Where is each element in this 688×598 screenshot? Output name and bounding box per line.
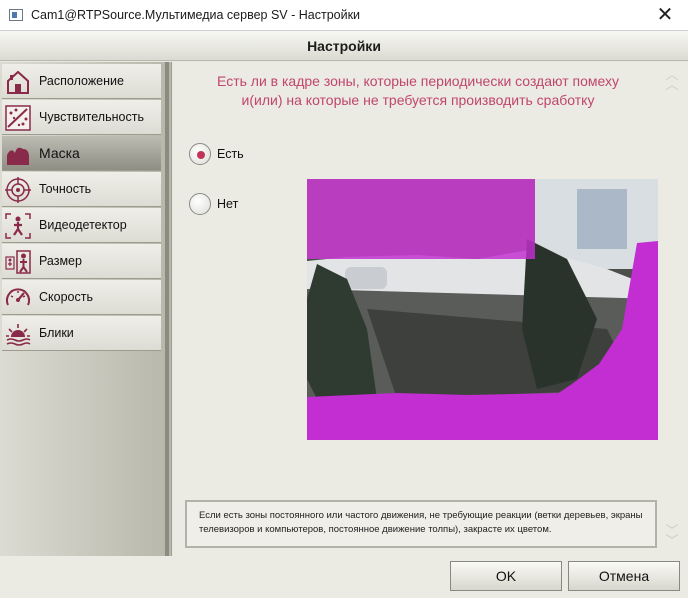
cancel-button[interactable]: Отмена	[568, 561, 680, 591]
mask-region-building	[307, 179, 535, 259]
sidebar-item-label: Расположение	[39, 74, 124, 88]
app-window-icon	[9, 9, 23, 21]
settings-header: Настройки	[0, 31, 688, 61]
camera-image	[307, 179, 658, 440]
radio-circle	[189, 143, 211, 165]
camera-preview[interactable]	[307, 179, 658, 440]
mask-icon	[7, 147, 29, 165]
sidebar-item-glare[interactable]: Блики	[2, 316, 161, 351]
title-bar: Cam1@RTPSource.Мультимедиа сервер SV - Н…	[0, 0, 688, 31]
sidebar-item-label: Чувствительность	[39, 110, 144, 124]
radio-circle	[189, 193, 211, 215]
sensitivity-icon	[5, 105, 31, 131]
footer: OK Отмена	[0, 556, 688, 598]
person-detector-icon	[5, 213, 31, 239]
question-line-2: и(или) на которые не требуется производи…	[241, 92, 595, 108]
sidebar-item-location[interactable]: Расположение	[2, 64, 161, 99]
sidebar-item-accuracy[interactable]: Точность	[2, 172, 161, 207]
radio-yes-label: Есть	[217, 147, 244, 161]
house-icon	[7, 70, 29, 94]
sidebar: Расположение Чувствительность Маска Точн…	[0, 62, 172, 556]
scroll-down-icon[interactable]: ﹀ ﹀	[665, 524, 679, 550]
sun-glare-icon	[6, 324, 31, 346]
sidebar-item-label: Видеодетектор	[39, 218, 127, 232]
sidebar-item-videodetector[interactable]: Видеодетектор	[2, 208, 161, 243]
info-box: Если есть зоны постоянного или частого д…	[185, 500, 657, 548]
mask-region-bottom	[307, 393, 567, 440]
content-panel: Есть ли в кадре зоны, которые периодичес…	[173, 62, 688, 556]
window-title: Cam1@RTPSource.Мультимедиа сервер SV - Н…	[31, 8, 361, 22]
speedometer-icon	[6, 288, 30, 306]
sidebar-item-label: Точность	[39, 182, 92, 196]
sidebar-item-label: Скорость	[39, 290, 93, 304]
scroll-up-icon[interactable]: ︿ ︿	[665, 68, 679, 94]
sidebar-item-label: Блики	[39, 326, 74, 340]
radio-yes[interactable]: Есть	[189, 143, 269, 165]
sidebar-item-mask[interactable]: Маска	[2, 136, 161, 171]
ok-button[interactable]: OK	[450, 561, 562, 591]
sidebar-item-speed[interactable]: Скорость	[2, 280, 161, 315]
radio-no-label: Нет	[217, 197, 239, 211]
target-icon	[5, 177, 31, 203]
size-icon	[5, 250, 31, 274]
radio-selected-dot	[197, 151, 205, 159]
sidebar-item-label: Размер	[39, 254, 82, 268]
mask-question: Есть ли в кадре зоны, которые периодичес…	[173, 72, 663, 110]
sidebar-item-label: Маска	[39, 145, 80, 161]
radio-no[interactable]: Нет	[189, 193, 269, 215]
close-window-button[interactable]: ✕	[642, 0, 688, 31]
sidebar-item-sensitivity[interactable]: Чувствительность	[2, 100, 161, 135]
sidebar-item-size[interactable]: Размер	[2, 244, 161, 279]
question-line-1: Есть ли в кадре зоны, которые периодичес…	[217, 73, 619, 89]
